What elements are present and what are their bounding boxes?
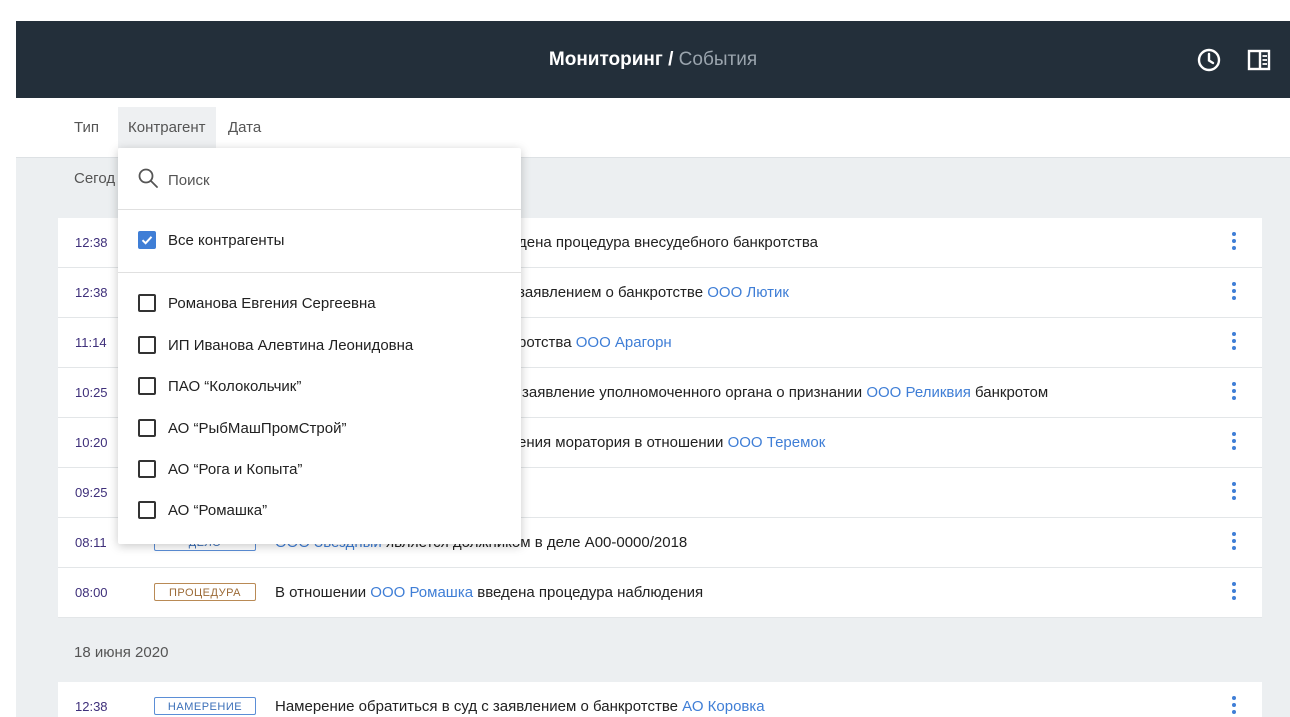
search-input[interactable]: [166, 166, 490, 194]
filter-tab-date[interactable]: Дата: [218, 107, 271, 148]
counterparty-link[interactable]: ООО Арагорн: [576, 334, 672, 351]
option-label: Все контрагенты: [168, 232, 285, 249]
event-time: 09:25: [75, 485, 108, 500]
option-label: АО “Ромашка”: [168, 502, 268, 519]
type-badge: НАМЕРЕНИЕ: [154, 697, 256, 715]
counterparty-link[interactable]: ООО Лютик: [707, 284, 789, 301]
side-panel-icon[interactable]: [1246, 47, 1272, 73]
table-row[interactable]: 12:38 НАМЕРЕНИЕ Намерение обратиться в с…: [58, 682, 1262, 717]
section-label-date: 18 июня 2020: [74, 644, 169, 661]
event-text: заявлением о банкротстве ООО Лютик: [518, 284, 789, 301]
filter-tab-type[interactable]: Тип: [64, 107, 109, 148]
table-row[interactable]: 08:00 ПРОЦЕДУРА В отношении ООО Ромашка …: [58, 568, 1262, 618]
event-text: ротства ООО Арагорн: [518, 334, 672, 351]
counterparty-link[interactable]: ООО Теремок: [728, 434, 826, 451]
checkbox-icon[interactable]: [138, 377, 156, 396]
counterparty-option[interactable]: Романова Евгения Сергеевна: [138, 293, 376, 315]
option-label: АО “Рога и Копыта”: [168, 461, 303, 478]
checkbox-icon[interactable]: [138, 460, 156, 479]
more-vert-icon[interactable]: [1230, 532, 1238, 554]
checkbox-checked-icon[interactable]: [138, 231, 156, 250]
counterparty-option[interactable]: АО “Рога и Копыта”: [138, 459, 302, 481]
page-title: Мониторинг / События: [16, 21, 1290, 98]
counterparty-dropdown: Все контрагенты Романова Евгения Сергеев…: [118, 148, 521, 544]
checkbox-icon[interactable]: [138, 501, 156, 520]
event-time: 10:20: [75, 435, 108, 450]
checkbox-icon[interactable]: [138, 336, 156, 355]
event-text: ения моратория в отношении ООО Теремок: [518, 434, 826, 451]
checkbox-icon[interactable]: [138, 419, 156, 438]
option-label: ИП Иванова Алевтина Леонидовна: [168, 337, 414, 354]
type-badge: ПРОЦЕДУРА: [154, 583, 256, 601]
title-separator: /: [668, 49, 674, 70]
filter-tab-counterparty[interactable]: Контрагент: [118, 107, 216, 148]
event-time: 08:11: [75, 535, 107, 550]
more-vert-icon[interactable]: [1230, 482, 1238, 504]
more-vert-icon[interactable]: [1230, 582, 1238, 604]
counterparty-option[interactable]: ИП Иванова Алевтина Леонидовна: [138, 335, 413, 357]
event-time: 12:38: [75, 699, 108, 714]
top-bar: Мониторинг / События: [16, 21, 1290, 98]
all-counterparties-option[interactable]: Все контрагенты: [138, 230, 284, 252]
title-sub: События: [678, 49, 758, 70]
checkbox-icon[interactable]: [138, 294, 156, 313]
event-time: 12:38: [75, 235, 108, 250]
section-label-today: Сегод: [74, 170, 116, 187]
event-time: 08:00: [75, 585, 108, 600]
all-counterparties-row: Все контрагенты: [118, 210, 521, 273]
event-time: 10:25: [75, 385, 108, 400]
event-text: В отношении ООО Ромашка введена процедур…: [275, 584, 704, 601]
search-icon: [138, 168, 158, 188]
event-time: 12:38: [75, 285, 108, 300]
event-text: заявление уполномоченного органа о призн…: [522, 384, 1049, 401]
event-text: дена процедура внесудебного банкротства: [518, 234, 818, 251]
more-vert-icon[interactable]: [1230, 332, 1238, 354]
event-time: 11:14: [75, 335, 107, 350]
more-vert-icon[interactable]: [1230, 432, 1238, 454]
counterparty-link[interactable]: ООО Реликвия: [866, 384, 971, 401]
history-icon[interactable]: [1196, 47, 1222, 73]
more-vert-icon[interactable]: [1230, 382, 1238, 404]
more-vert-icon[interactable]: [1230, 696, 1238, 717]
counterparty-option[interactable]: ПАО “Колокольчик”: [138, 376, 301, 398]
dropdown-search: [118, 148, 521, 210]
option-label: Романова Евгения Сергеевна: [168, 295, 376, 312]
app-window: Мониторинг / События Тип Контрагент Дата: [16, 21, 1290, 717]
counterparty-option[interactable]: АО “Ромашка”: [138, 500, 267, 522]
counterparty-link[interactable]: АО Коровка: [682, 698, 764, 715]
event-text: Намерение обратиться в суд с заявлением …: [275, 698, 765, 715]
counterparty-option[interactable]: АО “РыбМашПромСтрой”: [138, 418, 346, 440]
more-vert-icon[interactable]: [1230, 282, 1238, 304]
option-label: АО “РыбМашПромСтрой”: [168, 420, 347, 437]
option-label: ПАО “Колокольчик”: [168, 378, 302, 395]
counterparty-link[interactable]: ООО Ромашка: [370, 584, 473, 601]
title-main: Мониторинг: [548, 49, 663, 70]
more-vert-icon[interactable]: [1230, 232, 1238, 254]
